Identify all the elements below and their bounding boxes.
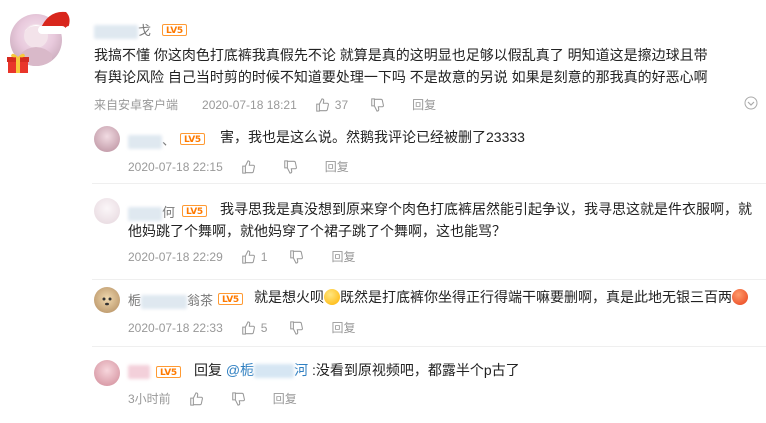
dislike-button[interactable]	[370, 97, 390, 112]
santa-hat-icon	[38, 11, 73, 34]
main-comment: 戈 LV5 我搞不懂 你这肉色打底裤我真假先不论 就算是真的这明显也足够以假乱真…	[0, 0, 766, 120]
comment-text: 我搞不懂 你这肉色打底裤我真假先不论 就算是真的这明显也足够以假乱真了 明知道这…	[94, 47, 708, 85]
thumbs-down-icon	[290, 320, 304, 335]
reply-item: 栀翁茶 LV5 就是想火呗 既然是打底裤你坐得正行得端干嘛要删啊，真是此地无银三百…	[0, 285, 766, 347]
avatar[interactable]	[94, 360, 120, 386]
timestamp: 3小时前	[128, 392, 171, 406]
grin-emoji-icon	[324, 289, 340, 305]
username-redacted	[94, 24, 138, 39]
reply-prefix: 回复	[194, 362, 222, 378]
reply-text: 害，我也是这么说。然鹅我评论已经被删了23333	[220, 129, 525, 145]
thumbs-up-icon	[241, 320, 255, 335]
reply-meta: 2020-07-18 22:29 1 回复	[128, 248, 377, 265]
level-badge: LV5	[180, 133, 205, 145]
dislike-button[interactable]	[289, 320, 309, 335]
like-button[interactable]: 5	[241, 320, 268, 335]
username[interactable]: 、	[128, 130, 175, 149]
username[interactable]: 栀翁茶	[128, 290, 213, 309]
like-button[interactable]: 37	[315, 98, 348, 112]
username[interactable]	[128, 363, 150, 379]
like-button[interactable]: 1	[241, 249, 268, 264]
like-button[interactable]	[189, 391, 209, 406]
reply-button[interactable]: 回复	[273, 390, 297, 407]
gift-icon	[7, 53, 29, 73]
reply-button[interactable]: 回复	[331, 248, 355, 265]
username-redacted	[141, 294, 188, 309]
divider	[92, 346, 766, 347]
reply-meta: 3小时前 回复	[128, 390, 319, 407]
reply-button[interactable]: 回复	[331, 319, 355, 336]
avatar[interactable]	[94, 287, 120, 313]
username-redacted	[128, 364, 150, 379]
dislike-button[interactable]	[289, 249, 309, 264]
reply-button[interactable]: 回复	[325, 158, 349, 175]
level-badge: LV5	[156, 366, 181, 378]
level-badge: LV5	[162, 24, 187, 36]
level-badge: LV5	[218, 293, 243, 305]
like-count: 5	[260, 320, 268, 335]
username-redacted	[128, 134, 162, 149]
reply-text: 回复 @栀河 :没看到原视频吧，都露半个p古了	[194, 362, 520, 379]
thumbs-down-icon	[231, 391, 245, 406]
like-button[interactable]	[241, 159, 261, 174]
mention-redacted	[254, 364, 295, 379]
reply-meta: 2020-07-18 22:15 回复	[128, 158, 371, 175]
dislike-button[interactable]	[231, 391, 251, 406]
mention-link[interactable]: @栀河	[226, 362, 308, 379]
thumbs-down-icon	[283, 159, 297, 174]
avatar[interactable]	[94, 126, 120, 152]
reply-button[interactable]: 回复	[412, 96, 436, 113]
username[interactable]: 戈	[94, 20, 151, 39]
client-source: 来自安卓客户端	[94, 98, 179, 112]
divider	[92, 279, 766, 280]
timestamp: 2020-07-18 18:21	[202, 97, 297, 112]
thumbs-up-icon	[241, 159, 255, 174]
thumbs-down-icon	[290, 249, 304, 264]
thumbs-down-icon	[371, 97, 385, 112]
comment-meta: 来自安卓客户端 2020-07-18 18:21 37 回复	[94, 96, 458, 113]
timestamp: 2020-07-18 22:15	[128, 159, 223, 174]
reply-meta: 2020-07-18 22:33 5 回复	[128, 319, 377, 336]
reply-text: 我寻思我是真没想到原来穿个肉色打底裤居然能引起争议，我寻思这就是件衣服啊，就他妈…	[128, 201, 752, 239]
thumbs-up-icon	[189, 391, 203, 406]
reply-text: 就是想火呗 既然是打底裤你坐得正行得端干嘛要删啊，真是此地无银三百两	[254, 286, 764, 308]
more-options-icon[interactable]	[744, 96, 758, 110]
reply-item: LV5 回复 @栀河 :没看到原视频吧，都露半个p古了 3小时前 回复	[0, 356, 766, 418]
avatar[interactable]	[94, 198, 120, 224]
timestamp: 2020-07-18 22:29	[128, 249, 223, 264]
thumbs-up-icon	[315, 97, 329, 112]
dislike-button[interactable]	[283, 159, 303, 174]
divider	[92, 183, 766, 184]
angry-emoji-icon	[732, 289, 748, 305]
reply-item: 、 LV5 害，我也是这么说。然鹅我评论已经被删了23333 2020-07-1…	[0, 120, 766, 184]
like-count: 1	[260, 249, 268, 264]
reply-item: 何 LV5 我寻思我是真没想到原来穿个肉色打底裤居然能引起争议，我寻思这就是件衣…	[0, 192, 766, 280]
thumbs-up-icon	[241, 249, 255, 264]
timestamp: 2020-07-18 22:33	[128, 320, 223, 335]
like-count: 37	[334, 97, 349, 112]
